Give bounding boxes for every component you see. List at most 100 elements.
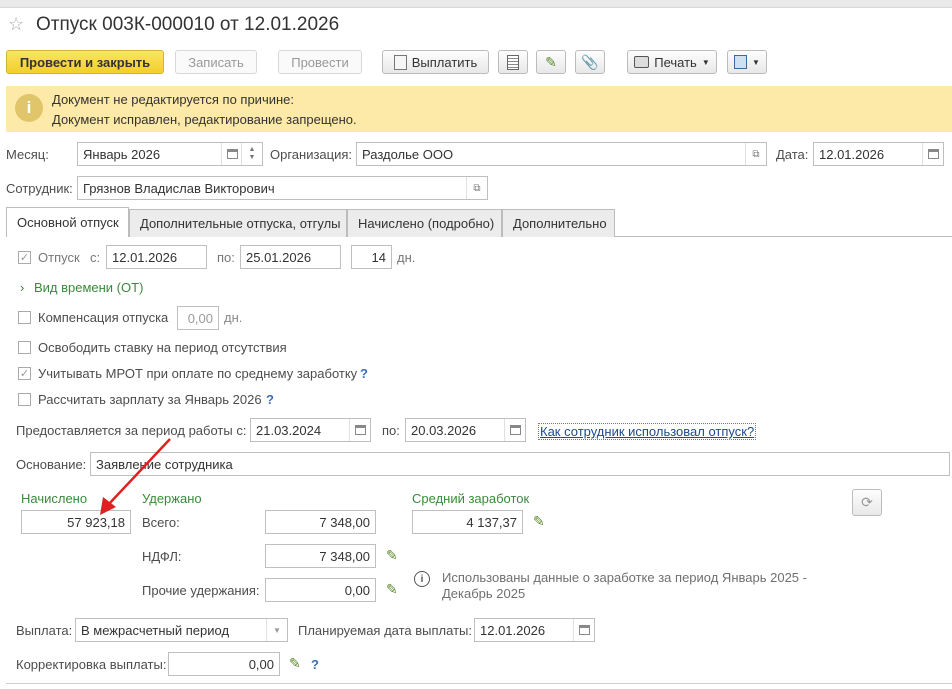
- edit-average-pencil-icon[interactable]: ✎: [533, 513, 545, 530]
- compensation-days-unit: дн.: [224, 310, 243, 325]
- employee-label: Сотрудник:: [6, 181, 73, 196]
- mrot-checkbox[interactable]: ✓: [18, 367, 31, 380]
- ndfl-field[interactable]: 7 348,00: [265, 544, 376, 568]
- compensation-checkbox[interactable]: [18, 311, 31, 324]
- post-button[interactable]: Провести: [278, 50, 362, 74]
- edit-ndfl-pencil-icon[interactable]: ✎: [386, 547, 398, 564]
- chevron-down-icon: ▼: [752, 57, 760, 67]
- mrot-label: Учитывать МРОТ при оплате по среднему за…: [38, 366, 358, 381]
- work-period-to-value: 20.03.2026: [411, 422, 477, 438]
- payment-date-value: 12.01.2026: [480, 622, 546, 638]
- tab-accrued-details[interactable]: Начислено (подробно): [347, 209, 502, 237]
- edit-document-button[interactable]: ✎: [536, 50, 566, 74]
- vacation-label: Отпуск: [38, 250, 80, 265]
- date-label: Дата:: [776, 147, 809, 162]
- average-note-line-1: Использованы данные о заработке за перио…: [442, 570, 807, 585]
- annotation-arrow-shaft: [107, 438, 171, 506]
- edit-pencil-icon: ✎: [545, 53, 557, 70]
- calc-salary-help-icon[interactable]: ?: [266, 392, 274, 407]
- journal-button[interactable]: [498, 50, 528, 74]
- paperclip-icon: 📎: [581, 53, 599, 70]
- basis-field[interactable]: Заявление сотрудника: [90, 452, 950, 476]
- organization-value: Раздолье ООО: [362, 146, 454, 162]
- time-kind-toggle[interactable]: › Вид времени (ОТ): [20, 280, 143, 295]
- correction-help-icon[interactable]: ?: [311, 657, 319, 672]
- vacation-to-label: по:: [217, 250, 235, 265]
- pay-button-label: Выплатить: [411, 54, 478, 70]
- payment-date-calendar-icon[interactable]: [573, 619, 594, 641]
- tab-additional[interactable]: Дополнительно: [502, 209, 615, 237]
- compensation-label: Компенсация отпуска: [38, 310, 169, 325]
- ndfl-label: НДФЛ:: [142, 549, 182, 564]
- post-and-close-button[interactable]: Провести и закрыть: [6, 50, 164, 74]
- chevron-down-icon: ▼: [701, 57, 710, 67]
- accrued-title: Начислено: [21, 491, 88, 506]
- annotation-arrow: [100, 438, 171, 515]
- notice-line-2: Документ исправлен, редактирование запре…: [52, 112, 357, 127]
- basis-label: Основание:: [16, 457, 87, 472]
- month-field[interactable]: Январь 2026 ▲ ▼: [77, 142, 263, 166]
- mrot-help-icon[interactable]: ?: [360, 366, 368, 381]
- info-circle-icon: i: [414, 571, 430, 587]
- employee-field[interactable]: Грязнов Владислав Викторович ⧉: [77, 176, 488, 200]
- month-value: Январь 2026: [83, 146, 161, 162]
- create-based-icon: [734, 55, 748, 69]
- payment-date-field[interactable]: 12.01.2026: [474, 618, 595, 642]
- print-button-label: Печать: [654, 54, 697, 70]
- date-value: 12.01.2026: [819, 146, 885, 162]
- pay-button[interactable]: Выплатить: [382, 50, 489, 74]
- work-period-from-value: 21.03.2024: [256, 422, 322, 438]
- attachments-button[interactable]: 📎: [575, 50, 605, 74]
- free-rate-label: Освободить ставку на период отсутствия: [38, 340, 287, 355]
- payment-date-label: Планируемая дата выплаты:: [298, 623, 472, 638]
- payment-correction-label: Корректировка выплаты:: [16, 657, 167, 672]
- recalculate-button[interactable]: ⟳: [852, 489, 882, 516]
- average-earnings-field[interactable]: 4 137,37: [412, 510, 523, 534]
- open-employee-icon[interactable]: ⧉: [466, 177, 487, 199]
- payment-label: Выплата:: [16, 623, 73, 638]
- date-field[interactable]: 12.01.2026: [813, 142, 944, 166]
- top-window-strip: [0, 0, 952, 8]
- organization-field[interactable]: Раздолье ООО ⧉: [356, 142, 767, 166]
- tab-additional-vacations[interactable]: Дополнительные отпуска, отгулы: [129, 209, 347, 237]
- bottom-divider: [6, 683, 952, 684]
- calc-salary-checkbox[interactable]: [18, 393, 31, 406]
- open-organization-icon[interactable]: ⧉: [745, 143, 766, 165]
- free-rate-checkbox[interactable]: [18, 341, 31, 354]
- print-button[interactable]: Печать ▼: [627, 50, 717, 74]
- vacation-days-unit: дн.: [397, 250, 416, 265]
- edit-other-pencil-icon[interactable]: ✎: [386, 581, 398, 598]
- month-stepper[interactable]: ▲ ▼: [241, 143, 262, 165]
- vacation-from-field[interactable]: 12.01.2026: [106, 245, 207, 269]
- month-label: Месяц:: [6, 147, 49, 162]
- notice-line-1: Документ не редактируется по причине:: [52, 92, 295, 107]
- info-icon: i: [15, 94, 43, 122]
- edit-correction-pencil-icon[interactable]: ✎: [289, 655, 301, 672]
- vacation-days-field[interactable]: 14: [351, 245, 392, 269]
- other-withholdings-field[interactable]: 0,00: [265, 578, 376, 602]
- vacation-checkbox[interactable]: ✓: [18, 251, 31, 264]
- payment-select[interactable]: В межрасчетный период ▼: [75, 618, 288, 642]
- journal-icon: [507, 54, 519, 70]
- favorite-star-icon[interactable]: ☆: [8, 14, 24, 35]
- printer-icon: [634, 56, 650, 68]
- work-period-to-calendar-icon[interactable]: [504, 419, 525, 441]
- notice-bar: i Документ не редактируется по причине: …: [6, 86, 952, 132]
- compensation-days-field[interactable]: 0,00: [177, 306, 219, 330]
- date-calendar-icon[interactable]: [922, 143, 943, 165]
- dropdown-arrow-icon[interactable]: ▼: [266, 619, 287, 641]
- tab-main-vacation[interactable]: Основной отпуск: [6, 207, 129, 237]
- vacation-usage-link[interactable]: Как сотрудник использовал отпуск?: [538, 423, 757, 440]
- work-period-from-field[interactable]: 21.03.2024: [250, 418, 371, 442]
- payment-correction-field[interactable]: 0,00: [168, 652, 280, 676]
- average-earnings-title: Средний заработок: [412, 491, 530, 506]
- work-period-to-label: по:: [382, 423, 400, 438]
- work-period-from-calendar-icon[interactable]: [349, 419, 370, 441]
- create-based-on-button[interactable]: ▼: [727, 50, 767, 74]
- withheld-total-field[interactable]: 7 348,00: [265, 510, 376, 534]
- vacation-to-field[interactable]: 25.01.2026: [240, 245, 341, 269]
- refresh-icon: ⟳: [861, 494, 873, 510]
- work-period-to-field[interactable]: 20.03.2026: [405, 418, 526, 442]
- save-button[interactable]: Записать: [175, 50, 257, 74]
- month-calendar-icon[interactable]: [221, 143, 242, 165]
